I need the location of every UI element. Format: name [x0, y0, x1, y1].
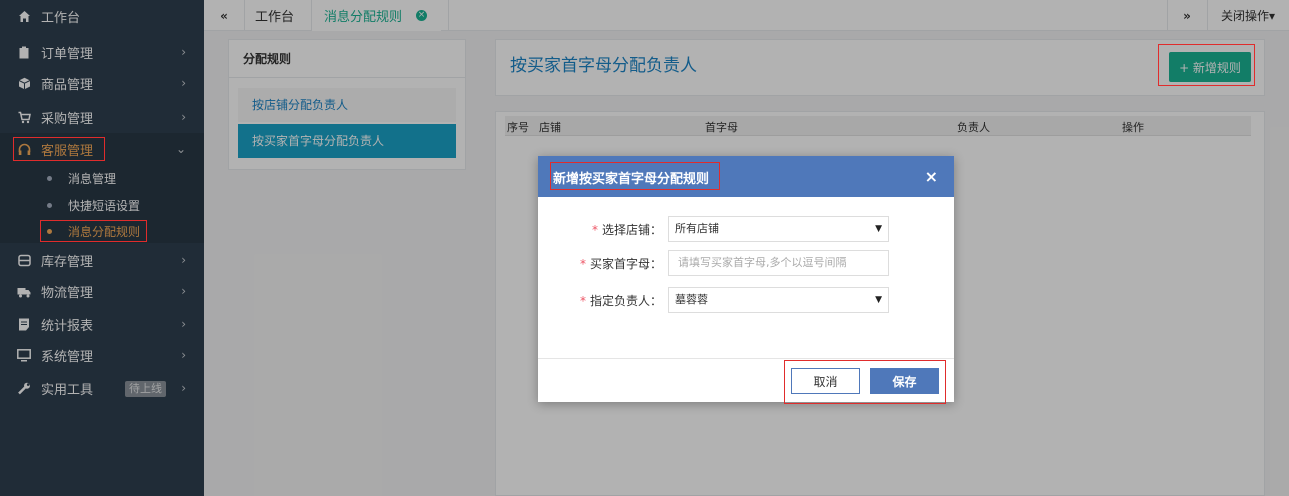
shop-select-value: 所有店铺 [675, 222, 719, 235]
add-rule-dialog: 新增按买家首字母分配规则 × * 选择店铺： 所有店铺 ▼ * 买家首字母： 请填写… [538, 156, 954, 402]
save-button[interactable]: 保存 [870, 368, 939, 394]
dialog-footer-divider [538, 358, 954, 359]
required-mark: * [579, 294, 586, 308]
required-mark: * [591, 223, 598, 237]
shop-select[interactable]: 所有店铺 ▼ [668, 216, 889, 242]
owner-select[interactable]: 墓蓉蓉 ▼ [668, 287, 889, 313]
initial-field-label: * 买家首字母： [580, 255, 662, 272]
close-icon[interactable]: × [925, 167, 938, 186]
owner-field-row: * 指定负责人： 墓蓉蓉 ▼ [538, 287, 954, 313]
owner-select-value: 墓蓉蓉 [675, 293, 708, 306]
shop-field-row: * 选择店铺： 所有店铺 ▼ [538, 216, 954, 242]
dialog-title: 新增按买家首字母分配规则 [553, 172, 710, 187]
caret-down-icon: ▼ [875, 224, 882, 234]
dialog-header: 新增按买家首字母分配规则 × [538, 156, 954, 197]
cancel-button[interactable]: 取消 [791, 368, 860, 394]
owner-field-label: * 指定负责人： [580, 292, 662, 309]
label-text: 买家首字母： [589, 257, 662, 271]
label-text: 选择店铺： [601, 223, 662, 237]
buyer-initial-input[interactable]: 请填写买家首字母,多个以逗号间隔 [668, 250, 889, 276]
caret-down-icon: ▼ [875, 295, 882, 305]
shop-field-label: * 选择店铺： [592, 221, 662, 238]
required-mark: * [579, 257, 586, 271]
label-text: 指定负责人： [589, 294, 662, 308]
initial-field-row: * 买家首字母： 请填写买家首字母,多个以逗号间隔 [538, 250, 954, 276]
